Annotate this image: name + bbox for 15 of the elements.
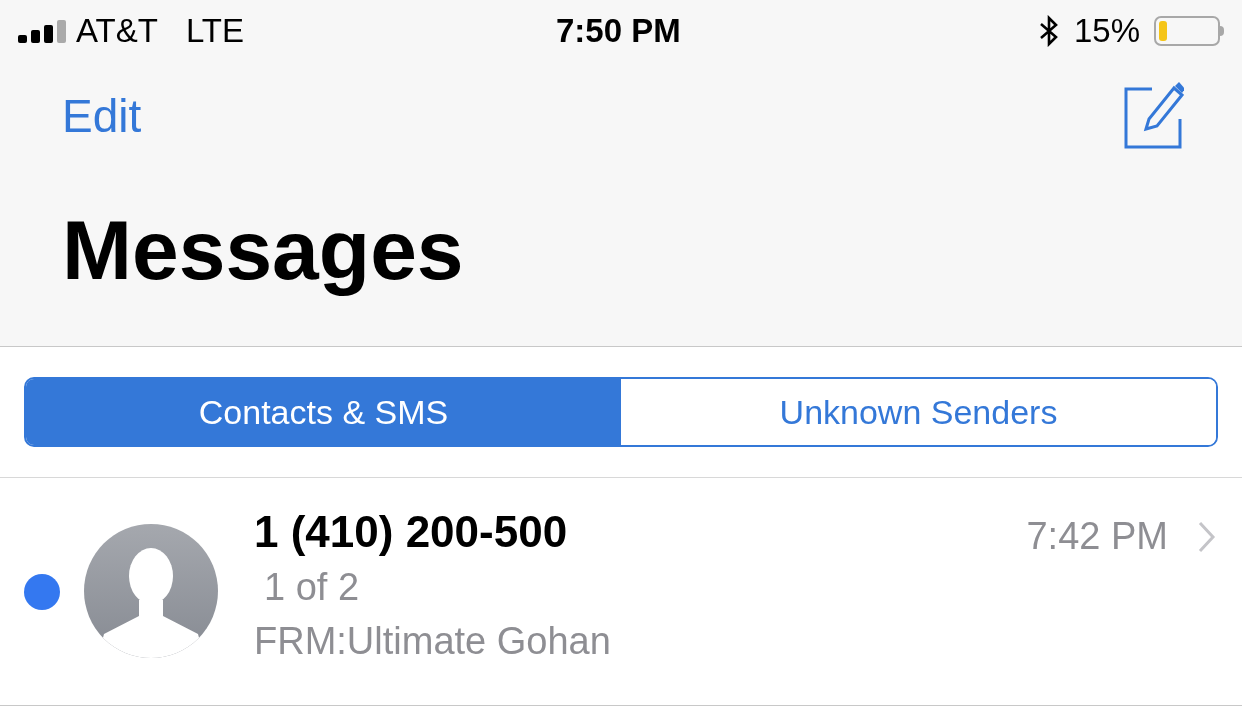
compose-icon[interactable]	[1122, 81, 1184, 151]
network-type: LTE	[185, 11, 244, 52]
message-preview: FRM:Ultimate Gohan	[254, 619, 611, 664]
contact-name: 1 (410) 200-500	[254, 506, 569, 558]
avatar-icon	[84, 524, 218, 658]
segment-tab[interactable]: Contacts & SMS	[26, 379, 621, 445]
carrier-name: AT&T	[76, 11, 158, 52]
clock: 7:50 PM	[556, 11, 681, 52]
conversation-row[interactable]: 1 (410) 200-500 1 of 2 FRM:Ultimate Gohan 7:42 PM	[0, 478, 1242, 706]
message-preview: 1 of 2	[263, 565, 361, 610]
message-time: 7:42 PM	[1026, 514, 1168, 559]
chevron-icon	[1198, 520, 1216, 553]
battery-percent: 15%	[1073, 11, 1140, 52]
edit-button[interactable]: Edit	[62, 81, 142, 151]
battery-icon	[1154, 16, 1224, 46]
